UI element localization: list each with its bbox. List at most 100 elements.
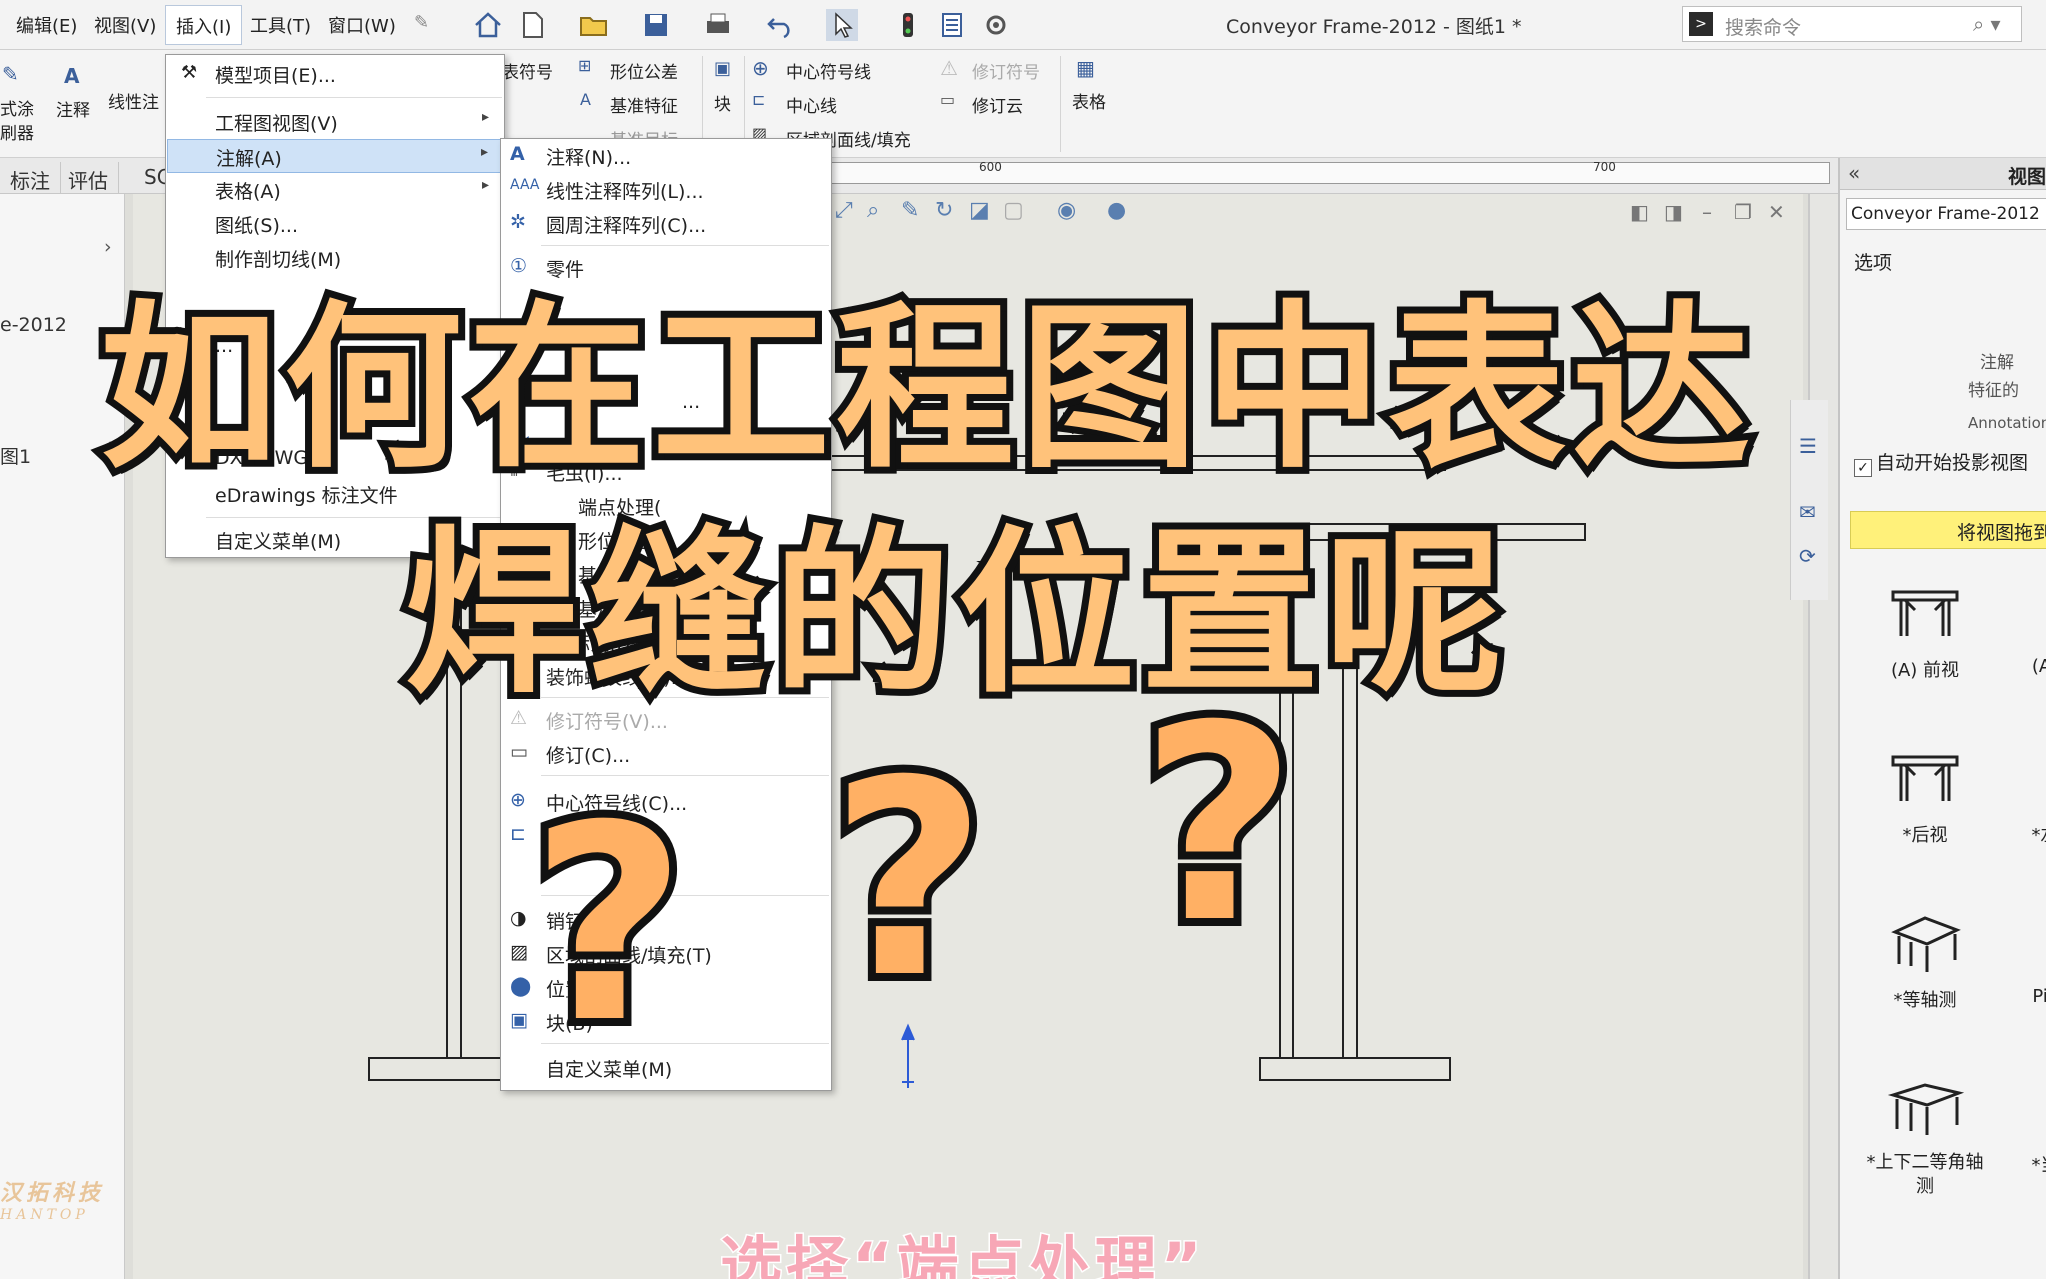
revision-symbol-icon[interactable]: ⚠	[940, 56, 958, 80]
dowel-icon: ◑	[510, 907, 527, 929]
drag-views-hint-text: 将视图拖到	[1957, 522, 2046, 544]
note-icon: A	[510, 143, 525, 165]
panel-header: « 视图	[1840, 158, 2046, 190]
panel-title: 视图	[2008, 166, 2046, 188]
menu-item-drawing-view[interactable]: 工程图视图(V) ▸	[167, 105, 503, 139]
submenu-item-linear-note-pattern[interactable]: AAA 线性注释阵列(L)...	[502, 173, 830, 207]
revision-cloud-icon[interactable]: ▭	[940, 90, 955, 109]
tree-item-drawing[interactable]: e-2012	[0, 314, 67, 336]
view-thumb-front[interactable]: (A) 前视	[1870, 578, 1980, 728]
display-style-icon[interactable]: ▢	[1003, 198, 1024, 223]
collapse-chevron-icon[interactable]: «	[1848, 161, 1860, 185]
view-thumb-left[interactable]: *左	[1990, 743, 2046, 893]
revision-cloud-button[interactable]: 修订云	[972, 92, 1023, 117]
viewport-window-controls: ◧ ◨ – ❐ ✕	[1630, 200, 1800, 226]
block-icon: ▣	[510, 1009, 528, 1031]
view-thumb-dimetric[interactable]: *上下二等角轴测	[1860, 1073, 1990, 1223]
tab-annotate[interactable]: 标注	[0, 162, 61, 194]
submenu-item-circular-note-pattern[interactable]: ✲ 圆周注释阵列(C)...	[502, 207, 830, 241]
tab-evaluate[interactable]: 评估	[58, 162, 119, 194]
centerline-button[interactable]: 中心线	[786, 92, 837, 117]
menu-tools[interactable]: 工具(T)	[250, 12, 311, 38]
refresh-icon[interactable]: ⟳	[1799, 544, 1816, 568]
linear-note-button[interactable]: 线性注	[108, 88, 159, 113]
table-icon[interactable]: ▦	[1076, 56, 1095, 80]
block-button[interactable]: 块	[714, 90, 731, 115]
save-icon[interactable]	[640, 9, 672, 41]
menu-edit[interactable]: 编辑(E)	[16, 12, 77, 38]
menu-insert[interactable]: 插入(I)	[165, 5, 243, 45]
hide-show-icon[interactable]: ◉	[1057, 198, 1076, 223]
tile-left-icon[interactable]: ◧	[1630, 200, 1649, 224]
forum-icon[interactable]: ✉	[1799, 500, 1816, 524]
option-features[interactable]: 特征的	[1968, 376, 2019, 401]
submenu-item-revision-cloud[interactable]: ▭ 修订(C)...	[502, 737, 830, 771]
note-button[interactable]: 注释	[56, 96, 90, 121]
rotate-icon[interactable]: ↻	[935, 198, 953, 223]
menu-item-annotations[interactable]: 注解(A) ▸	[167, 139, 503, 173]
restore-icon[interactable]: ❐	[1734, 200, 1752, 224]
close-icon[interactable]: ✕	[1768, 200, 1785, 224]
view-thumb-isometric[interactable]: *等轴测	[1870, 908, 1980, 1058]
menu-item-tables[interactable]: 表格(A) ▸	[167, 173, 503, 207]
minimize-icon[interactable]: –	[1702, 200, 1712, 224]
home-icon[interactable]	[472, 9, 504, 41]
revision-symbol-button[interactable]: 修订符号	[972, 58, 1040, 83]
format-painter-label[interactable]: 式涂 刷器	[0, 98, 34, 146]
search-command-box[interactable]: > 搜索命令 ⌕ ▾	[1682, 6, 2022, 42]
search-input[interactable]: 搜索命令	[1725, 13, 1801, 40]
undo-icon[interactable]	[764, 9, 796, 41]
option-3d-annotations[interactable]: Annotations	[1968, 414, 2046, 432]
menu-window[interactable]: 窗口(W)	[328, 12, 396, 38]
appearance-icon[interactable]: ●	[1107, 198, 1126, 223]
traffic-light-icon[interactable]	[892, 9, 924, 41]
datum-feature-icon[interactable]: A	[580, 90, 591, 109]
zoom-to-fit-icon[interactable]: ⤢	[835, 198, 853, 223]
open-folder-icon[interactable]	[578, 9, 610, 41]
view-thumb-current[interactable]: *当	[1990, 1073, 2046, 1223]
model-select[interactable]: Conveyor Frame-2012	[1846, 198, 2046, 230]
select-cursor-icon[interactable]	[826, 9, 858, 41]
question-mark-decoration: ?	[1132, 667, 1305, 982]
surface-finish-button[interactable]: 表符号	[502, 58, 553, 83]
table-button[interactable]: 表格	[1072, 88, 1106, 113]
pin-icon[interactable]: ✎	[414, 12, 429, 33]
center-mark-button[interactable]: 中心符号线	[786, 58, 871, 83]
sketch-tool-icon[interactable]: ✎	[901, 198, 919, 223]
menu-item-sheet[interactable]: 图纸(S)...	[167, 207, 503, 241]
zoom-area-icon[interactable]: ⌕	[867, 198, 879, 223]
view-thumb-pic[interactable]: Pic	[1990, 908, 2046, 1058]
overlay-title-line1: 如何在工程图中表达	[93, 278, 1757, 499]
geometric-tolerance-icon[interactable]: ⊞	[578, 56, 591, 75]
new-file-icon[interactable]	[516, 9, 548, 41]
tile-right-icon[interactable]: ◨	[1664, 200, 1683, 224]
center-mark-icon[interactable]: ⊕	[752, 56, 769, 80]
gear-icon[interactable]	[980, 9, 1012, 41]
option-annotations[interactable]: 注解	[1980, 348, 2014, 373]
camera-icon[interactable]: ◪	[969, 198, 990, 223]
menu-item-model-items[interactable]: ⚒ 模型项目(E)...	[167, 57, 503, 91]
left-view-icon	[2005, 743, 2046, 813]
centerline-icon[interactable]: ⊏	[752, 90, 765, 109]
note-icon[interactable]: A	[64, 64, 79, 88]
submenu-item-note[interactable]: A 注释(N)...	[502, 139, 830, 173]
menu-view[interactable]: 视图(V)	[94, 12, 156, 38]
file-properties-icon[interactable]	[936, 9, 968, 41]
ruler-label: 600	[979, 160, 1002, 174]
datum-feature-button[interactable]: 基准特征	[610, 92, 678, 117]
search-icon[interactable]: ⌕ ▾	[1973, 12, 2001, 36]
view-label: *后视	[1902, 825, 1948, 846]
center-mark-icon: ⊕	[510, 789, 526, 811]
print-icon[interactable]	[702, 9, 734, 41]
horizontal-ruler: 600 700	[820, 160, 1830, 184]
checkbox-checked-icon[interactable]: ✓	[1854, 459, 1872, 477]
tree-item-sheet[interactable]: 图1	[0, 442, 31, 469]
view-palette-icon[interactable]: ☰	[1799, 434, 1817, 458]
block-icon[interactable]: ▣	[714, 58, 731, 79]
view-thumb-a[interactable]: (A)	[1990, 578, 2046, 728]
current-view-icon	[2005, 1073, 2046, 1143]
format-painter-icon[interactable]: ✎	[2, 62, 19, 86]
view-thumb-back[interactable]: *后视	[1870, 743, 1980, 893]
geometric-tolerance-button[interactable]: 形位公差	[610, 58, 678, 83]
auto-start-projected-view-checkbox[interactable]: ✓ 自动开始投影视图	[1854, 448, 2028, 477]
